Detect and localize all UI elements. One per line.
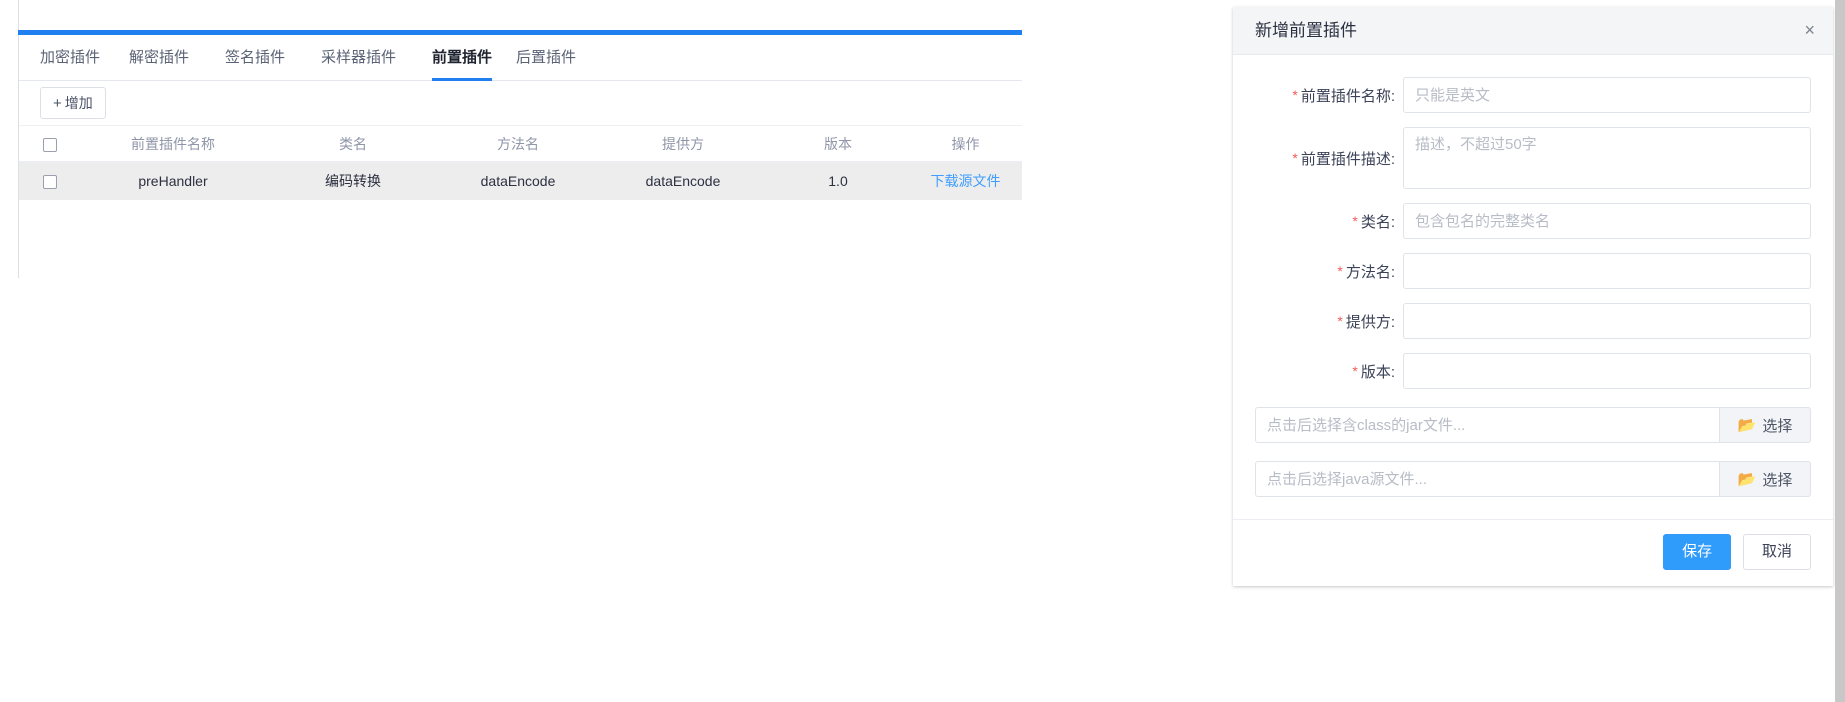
- cell-action: 下载源文件: [913, 162, 1018, 200]
- table-row[interactable]: preHandler 编码转换 dataEncode dataEncode 1.…: [19, 162, 1022, 200]
- download-source-link[interactable]: 下载源文件: [931, 173, 1001, 189]
- add-pre-plugin-dialog: 新增前置插件 × *前置插件名称: *前置插件描述: *类名: *方法名:: [1233, 7, 1833, 586]
- dialog-title: 新增前置插件: [1255, 21, 1357, 40]
- label-plugin-desc: * 前置插件描述:: [1255, 127, 1395, 191]
- page-scrollbar[interactable]: [1835, 0, 1845, 702]
- required-star-icon: *: [1352, 363, 1358, 379]
- jar-file-select-label: 选择: [1762, 417, 1793, 435]
- provider-input[interactable]: [1403, 303, 1811, 339]
- tab-sign-plugin[interactable]: 签名插件: [225, 35, 285, 81]
- label-method-name-text: 方法名:: [1345, 264, 1395, 281]
- column-header-provider: 提供方: [662, 136, 704, 152]
- add-button[interactable]: + 增加: [40, 87, 106, 119]
- tab-decrypt-plugin[interactable]: 解密插件: [129, 35, 189, 81]
- field-row-plugin-desc: * 前置插件描述:: [1255, 127, 1811, 189]
- tab-post-plugin[interactable]: 后置插件: [516, 35, 576, 81]
- row-select-cell: [27, 162, 73, 200]
- label-provider: * 提供方:: [1255, 303, 1395, 341]
- plugin-tabs: 加密插件 解密插件 签名插件 采样器插件 前置插件 后置插件: [19, 35, 1022, 81]
- field-row-version: * 版本:: [1255, 353, 1811, 389]
- label-class-name: * 类名:: [1255, 203, 1395, 241]
- label-plugin-desc-text: 前置插件描述:: [1300, 151, 1395, 168]
- java-file-input[interactable]: [1255, 461, 1719, 497]
- required-star-icon: *: [1292, 150, 1298, 166]
- jar-file-select-button[interactable]: 📂 选择: [1719, 407, 1811, 443]
- control-method-name: [1403, 253, 1811, 289]
- java-file-picker-row: 📂 选择: [1255, 461, 1811, 497]
- tab-sampler-plugin[interactable]: 采样器插件: [321, 35, 396, 81]
- close-icon[interactable]: ×: [1804, 7, 1815, 54]
- field-row-class-name: * 类名:: [1255, 203, 1811, 239]
- required-star-icon: *: [1337, 313, 1343, 329]
- table-toolbar: + 增加: [19, 81, 1022, 126]
- jar-file-picker-row: 📂 选择: [1255, 407, 1811, 443]
- plugin-table: 前置插件名称 类名 方法名 提供方 版本 操作 preHandler 编码转换 …: [19, 126, 1022, 200]
- field-row-provider: * 提供方:: [1255, 303, 1811, 339]
- plugin-desc-textarea[interactable]: [1403, 127, 1811, 189]
- label-plugin-name-text: 前置插件名称:: [1300, 88, 1395, 105]
- cell-plugin-name: preHandler: [138, 173, 208, 189]
- control-class-name: [1403, 203, 1811, 239]
- column-header-action: 操作: [951, 136, 980, 152]
- field-row-plugin-name: * 前置插件名称:: [1255, 77, 1811, 113]
- row-checkbox[interactable]: [43, 175, 57, 190]
- column-header-method: 方法名: [497, 136, 539, 152]
- cell-version: 1.0: [828, 173, 848, 189]
- control-version: [1403, 353, 1811, 389]
- cell-class-name: 编码转换: [325, 173, 381, 189]
- cell-method-name: dataEncode: [480, 173, 556, 189]
- column-header-name: 前置插件名称: [131, 136, 215, 152]
- plugin-name-input[interactable]: [1403, 77, 1811, 113]
- plus-icon: +: [53, 95, 62, 112]
- cancel-button[interactable]: 取消: [1742, 534, 1811, 570]
- label-provider-text: 提供方:: [1345, 314, 1395, 331]
- method-name-input[interactable]: [1403, 253, 1811, 289]
- add-button-label: 增加: [64, 95, 93, 111]
- class-name-input[interactable]: [1403, 203, 1811, 239]
- java-file-select-button[interactable]: 📂 选择: [1719, 461, 1811, 497]
- save-button[interactable]: 保存: [1663, 534, 1732, 570]
- field-row-method-name: * 方法名:: [1255, 253, 1811, 289]
- java-file-select-label: 选择: [1762, 471, 1793, 489]
- folder-icon: 📂: [1737, 470, 1757, 488]
- cell-provider: dataEncode: [645, 173, 721, 189]
- jar-file-input[interactable]: [1255, 407, 1719, 443]
- dialog-footer: 保存 取消: [1233, 519, 1833, 586]
- required-star-icon: *: [1337, 263, 1343, 279]
- column-header-class: 类名: [339, 136, 367, 152]
- label-plugin-name: * 前置插件名称:: [1255, 77, 1395, 115]
- label-method-name: * 方法名:: [1255, 253, 1395, 291]
- select-all-cell: [27, 126, 73, 162]
- select-all-checkbox[interactable]: [43, 138, 57, 153]
- control-provider: [1403, 303, 1811, 339]
- table-header-row: 前置插件名称 类名 方法名 提供方 版本 操作: [19, 126, 1022, 162]
- dialog-body: *前置插件名称: *前置插件描述: *类名: *方法名: *提供方:: [1233, 55, 1833, 519]
- control-plugin-name: [1403, 77, 1811, 113]
- column-header-version: 版本: [824, 136, 852, 152]
- required-star-icon: *: [1292, 87, 1298, 103]
- label-version-text: 版本:: [1360, 364, 1395, 381]
- required-star-icon: *: [1352, 213, 1358, 229]
- label-version: * 版本:: [1255, 353, 1395, 391]
- tab-pre-plugin[interactable]: 前置插件: [432, 35, 493, 81]
- dialog-header: 新增前置插件 ×: [1233, 7, 1833, 55]
- tab-encrypt-plugin[interactable]: 加密插件: [40, 35, 100, 81]
- control-plugin-desc: [1403, 127, 1811, 189]
- folder-icon: 📂: [1737, 416, 1757, 434]
- label-class-name-text: 类名:: [1360, 214, 1395, 231]
- version-input[interactable]: [1403, 353, 1811, 389]
